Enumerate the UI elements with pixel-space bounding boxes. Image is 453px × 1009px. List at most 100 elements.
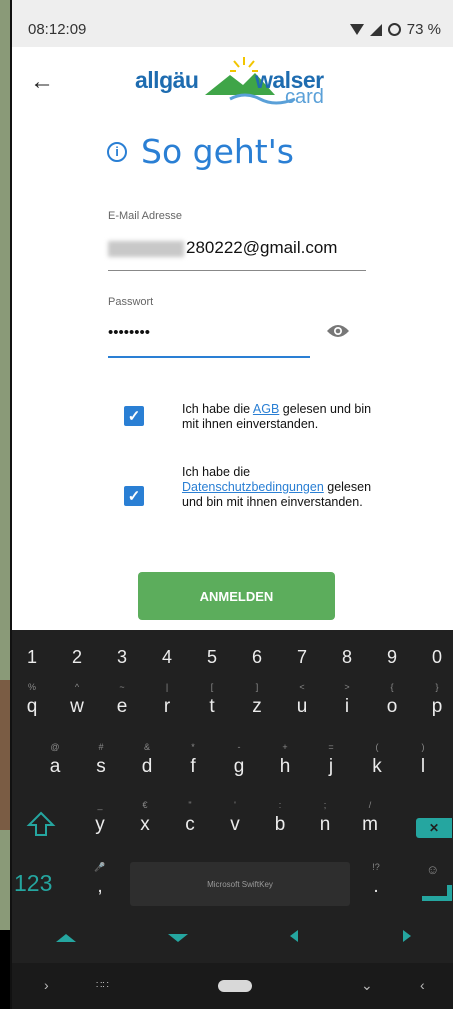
key-hint: % — [27, 682, 36, 692]
privacy-text-pre: Ich habe die — [182, 465, 251, 479]
key-9[interactable]: 9 — [382, 647, 402, 668]
key-hint: : — [278, 800, 282, 810]
backspace-icon: ✕ — [428, 821, 440, 835]
key-u[interactable]: < u — [289, 682, 315, 726]
back-button[interactable]: ← — [30, 67, 60, 97]
check-icon: ✓ — [127, 408, 141, 425]
key-h[interactable]: + h — [272, 742, 298, 786]
chevron-right-icon[interactable]: › — [44, 977, 49, 993]
agb-checkbox[interactable]: ✓ — [124, 406, 144, 426]
password-field[interactable]: •••••••• — [108, 324, 150, 341]
arrow-right-nav-icon[interactable] — [403, 930, 411, 942]
key-label: p — [431, 696, 443, 717]
shift-key[interactable] — [26, 810, 56, 838]
arrow-up-icon[interactable] — [56, 934, 76, 942]
enter-key[interactable] — [422, 885, 452, 901]
key-3[interactable]: 3 — [112, 647, 132, 668]
key-hint: ] — [255, 682, 259, 692]
emoji-icon[interactable]: ☺ — [426, 862, 439, 877]
key-z[interactable]: ] z — [244, 682, 270, 726]
key-m[interactable]: / m — [357, 800, 383, 844]
arrow-left-icon: ← — [30, 68, 54, 95]
key-7[interactable]: 7 — [292, 647, 312, 668]
privacy-checkbox[interactable]: ✓ — [124, 486, 144, 506]
key-label: e — [116, 696, 128, 717]
back-nav-icon[interactable]: ‹ — [420, 977, 425, 993]
key-e[interactable]: ~ e — [109, 682, 135, 726]
key-1[interactable]: 1 — [22, 647, 42, 668]
key-l[interactable]: ) l — [410, 742, 436, 786]
key-hint: ( — [375, 742, 379, 752]
period-key[interactable]: !? . — [364, 862, 388, 898]
key-label: s — [96, 756, 106, 777]
key-label: h — [279, 756, 291, 777]
key-8[interactable]: 8 — [337, 647, 357, 668]
key-i[interactable]: > i — [334, 682, 360, 726]
key-hint: > — [344, 682, 350, 692]
keyboard-switch-icon[interactable]: ∷∷ — [96, 980, 109, 991]
logo-word-left: allgäu — [135, 67, 199, 93]
app-bar: ← allgäu walser card — [12, 47, 453, 117]
eye-icon[interactable] — [326, 323, 350, 339]
key-hint: + — [282, 742, 288, 752]
key-label: k — [372, 756, 382, 777]
key-hint: ; — [323, 800, 327, 810]
key-y[interactable]: _ y — [87, 800, 113, 844]
key-a[interactable]: @ a — [42, 742, 68, 786]
key-label: b — [274, 814, 286, 835]
key-6[interactable]: 6 — [247, 647, 267, 668]
key-5[interactable]: 5 — [202, 647, 222, 668]
keyboard: 1234567890 % q ^ w ~ e | r[t] z < u > i{o} p @ a # s & d * f… — [12, 630, 453, 1009]
key-c[interactable]: " c — [177, 800, 203, 844]
key-0[interactable]: 0 — [427, 647, 447, 668]
login-button[interactable]: ANMELDEN — [138, 572, 335, 620]
key-t[interactable]: [t — [199, 682, 225, 726]
info-icon: i — [107, 141, 127, 162]
chevron-down-icon[interactable]: ⌄ — [361, 977, 373, 994]
comma-key[interactable]: 🎤 , — [90, 862, 110, 898]
key-hint: } — [435, 682, 439, 692]
numbers-key[interactable]: 123 — [14, 870, 52, 897]
key-2[interactable]: 2 — [67, 647, 87, 668]
key-v[interactable]: ' v — [222, 800, 248, 844]
key-s[interactable]: # s — [88, 742, 114, 786]
key-label: c — [185, 814, 195, 835]
arrow-down-icon[interactable] — [168, 934, 188, 942]
agb-text-pre: Ich habe die — [182, 402, 253, 416]
key-n[interactable]: ; n — [312, 800, 338, 844]
key-label: x — [140, 814, 150, 835]
key-p[interactable]: } p — [424, 682, 450, 726]
home-button[interactable] — [218, 980, 252, 992]
key-label: f — [190, 756, 196, 777]
key-label: t — [209, 696, 215, 717]
key-j[interactable]: = j — [318, 742, 344, 786]
status-indicators: 73 % — [349, 21, 441, 38]
key-w[interactable]: ^ w — [64, 682, 90, 726]
privacy-link[interactable]: Datenschutzbedingungen — [182, 480, 324, 494]
period-hint: !? — [372, 862, 380, 872]
key-f[interactable]: * f — [180, 742, 206, 786]
key-hint: / — [368, 800, 372, 810]
status-bar: 08:12:09 73 % — [12, 0, 453, 47]
key-4[interactable]: 4 — [157, 647, 177, 668]
key-g[interactable]: -g — [226, 742, 252, 786]
backspace-key[interactable]: ✕ — [416, 818, 452, 838]
key-d[interactable]: & d — [134, 742, 160, 786]
email-field[interactable]: 280222@gmail.com — [108, 238, 337, 258]
key-label: w — [70, 696, 84, 717]
key-x[interactable]: € x — [132, 800, 158, 844]
key-q[interactable]: % q — [19, 682, 45, 726]
key-b[interactable]: :b — [267, 800, 293, 844]
key-hint: = — [328, 742, 334, 752]
battery-icon — [387, 23, 401, 36]
key-label: m — [362, 814, 378, 835]
key-hint: ~ — [119, 682, 125, 692]
agb-link[interactable]: AGB — [253, 402, 279, 416]
key-hint: ^ — [74, 682, 80, 692]
help-heading[interactable]: i So geht's — [107, 132, 294, 171]
arrow-left-nav-icon[interactable] — [290, 930, 298, 942]
key-r[interactable]: | r — [154, 682, 180, 726]
space-key[interactable]: Microsoft SwiftKey — [130, 862, 350, 906]
key-k[interactable]: (k — [364, 742, 390, 786]
key-o[interactable]: {o — [379, 682, 405, 726]
